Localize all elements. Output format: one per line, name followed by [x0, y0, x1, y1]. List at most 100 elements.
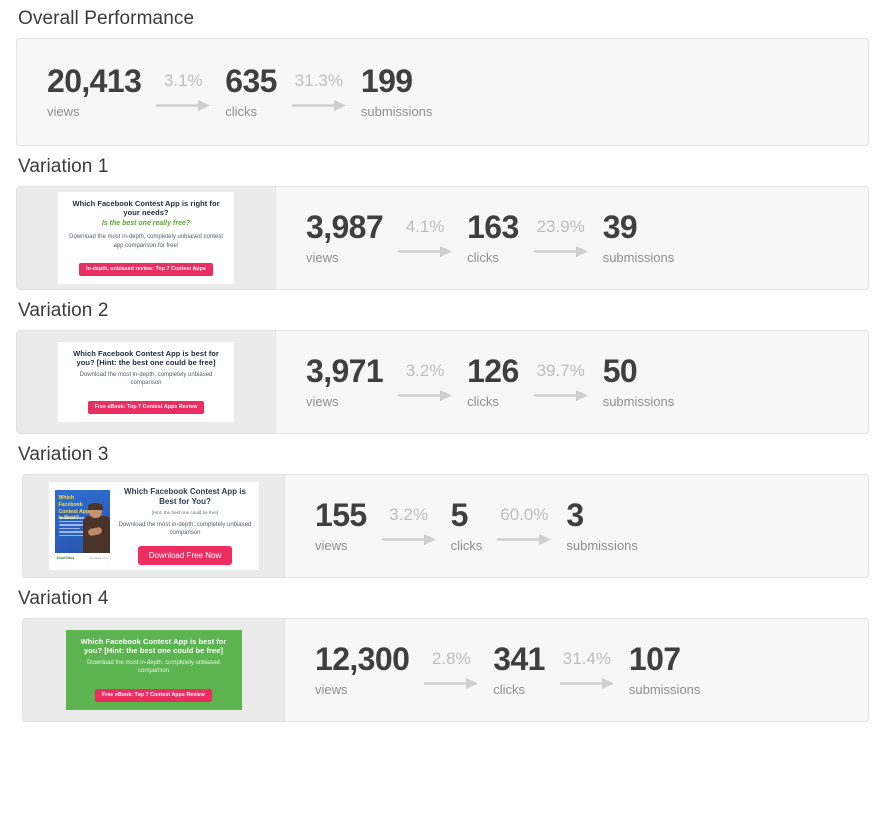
metric-clicks: 163 clicks	[467, 211, 519, 265]
arrow-right-icon	[533, 388, 589, 402]
variation-4-title: Variation 4	[18, 588, 109, 609]
clicks-value: 126	[467, 353, 519, 390]
clicks-to-submissions-rate: 39.7%	[536, 360, 585, 380]
variation-2-thumbnail[interactable]: Which Facebook Contest App is best for y…	[17, 331, 276, 433]
conversion-clicks-to-submissions: 60.0%	[482, 504, 566, 547]
views-to-clicks-rate: 3.2%	[389, 504, 428, 524]
arrow-right-icon	[559, 676, 615, 690]
submissions-value: 107	[628, 641, 681, 678]
variation-3-card: Which Facebook Contest App is Best? Shor…	[22, 474, 869, 578]
ad-headline: Which Facebook Contest App is right for …	[72, 198, 220, 217]
clicks-label: clicks	[467, 393, 499, 409]
ad-preview: Which Facebook Contest App is Best? Shor…	[48, 481, 259, 571]
variation-2-title: Variation 2	[18, 300, 109, 321]
stats-row: 3,987 views 4.1% 163 clicks 23.9% 39 sub…	[276, 187, 868, 289]
ad-headline: Which Facebook Contest App is best for y…	[73, 348, 219, 368]
clicks-label: clicks	[467, 249, 499, 265]
submissions-value: 3	[566, 497, 584, 534]
views-value: 155	[315, 497, 367, 534]
ad-cta-button[interactable]: Free eBook: Top 7 Contest Apps Review	[87, 401, 205, 414]
ad-subhead: Is the best one really free?	[101, 220, 191, 228]
arrow-right-icon	[155, 98, 211, 112]
clicks-label: clicks	[225, 103, 258, 119]
conversion-views-to-clicks: 2.8%	[409, 648, 493, 691]
submissions-value: 39	[602, 209, 638, 246]
submissions-value: 50	[602, 353, 638, 390]
ad-body: Download the most in-depth, completely u…	[69, 234, 223, 249]
arrow-right-icon	[533, 244, 589, 258]
clicks-value: 635	[225, 63, 277, 100]
ad-body: Download the most in-depth, completely u…	[79, 371, 213, 387]
conversion-clicks-to-submissions: 23.9%	[519, 217, 603, 259]
variation-1-card: Which Facebook Contest App is right for …	[16, 186, 869, 290]
submissions-value: 199	[360, 63, 413, 100]
variation-1-section: Variation 1 Which Facebook Contest App i…	[16, 146, 869, 290]
conversion-clicks-to-submissions: 31.4%	[545, 648, 629, 691]
clicks-to-submissions-rate: 60.0%	[500, 504, 549, 524]
arrow-right-icon	[496, 532, 552, 546]
arrow-right-icon	[423, 676, 479, 690]
variation-3-thumbnail[interactable]: Which Facebook Contest App is Best? Shor…	[23, 475, 285, 577]
brand-url: shortstack.com	[88, 555, 108, 560]
stats-row: 12,300 views 2.8% 341 clicks 31.4% 107 s…	[285, 619, 868, 721]
ad-preview: Which Facebook Contest App is best for y…	[58, 341, 234, 423]
conversion-views-to-clicks: 3.2%	[383, 361, 467, 403]
clicks-label: clicks	[450, 537, 483, 553]
stats-row: 3,971 views 3.2% 126 clicks 39.7% 50 sub…	[276, 331, 868, 433]
arrow-right-icon	[291, 98, 347, 112]
clicks-to-submissions-rate: 31.4%	[562, 648, 611, 668]
arrow-right-icon	[381, 532, 437, 546]
brand-logo: ShortStack	[56, 555, 75, 560]
metric-views: 155 views	[315, 499, 367, 553]
ad-cta-button[interactable]: Download Free Now	[137, 546, 233, 566]
stats-row: 155 views 3.2% 5 clicks 60.0% 3 submissi…	[285, 475, 868, 577]
metric-clicks: 635 clicks	[225, 65, 277, 119]
views-label: views	[306, 249, 339, 265]
arrow-right-icon	[397, 244, 453, 258]
submissions-label: submissions	[360, 103, 433, 119]
clicks-value: 341	[493, 641, 545, 678]
person-photo	[82, 503, 110, 554]
ad-cta-button[interactable]: In-depth, unbiased review: Top 7 Contest…	[79, 263, 213, 276]
metric-submissions: 3 submissions	[566, 499, 638, 553]
views-label: views	[306, 393, 339, 409]
conversion-views-to-clicks: 3.2%	[367, 504, 451, 547]
variation-4-thumbnail[interactable]: Which Facebook Contest App is best for y…	[23, 619, 285, 721]
metric-views: 3,987 views	[306, 211, 384, 265]
variation-3-title: Variation 3	[18, 444, 109, 465]
ad-body: Download the most in-depth, completely u…	[87, 659, 220, 675]
metric-submissions: 50 submissions	[603, 355, 675, 409]
ad-body: Download the most in-depth, completely u…	[118, 521, 252, 537]
variation-4-card: Which Facebook Contest App is best for y…	[22, 618, 869, 722]
variation-1-thumbnail[interactable]: Which Facebook Contest App is right for …	[17, 187, 276, 289]
metric-clicks: 5 clicks	[451, 499, 483, 553]
ad-cta-button[interactable]: Free eBook: Top 7 Contest Apps Review	[95, 689, 212, 702]
views-to-clicks-rate: 2.8%	[431, 648, 471, 668]
variation-2-section: Variation 2 Which Facebook Contest App i…	[16, 290, 869, 434]
performance-report: Overall Performance 20,413 views 3.1% 63…	[0, 0, 885, 722]
clicks-value: 5	[450, 497, 469, 534]
metric-submissions: 39 submissions	[603, 211, 675, 265]
conversion-views-to-clicks: 4.1%	[383, 216, 467, 259]
submissions-label: submissions	[566, 537, 638, 553]
views-to-clicks-rate: 4.1%	[405, 216, 445, 236]
ad-hint: [Hint: the best one could be free]	[151, 509, 219, 515]
views-label: views	[315, 537, 348, 553]
clicks-label: clicks	[493, 681, 526, 697]
submissions-label: submissions	[628, 681, 701, 697]
overall-performance-card: 20,413 views 3.1% 635 clicks 31.3% 199 s…	[16, 38, 869, 146]
page-title: Overall Performance	[18, 8, 195, 29]
variation-3-section: Variation 3 Which Facebook Contest App i…	[16, 434, 869, 578]
variation-1-title: Variation 1	[18, 156, 109, 177]
metric-views: 20,413 views	[47, 65, 142, 119]
conversion-views-to-clicks: 3.1%	[141, 71, 225, 113]
stats-row: 20,413 views 3.1% 635 clicks 31.3% 199 s…	[17, 65, 868, 119]
views-label: views	[47, 103, 80, 119]
clicks-to-submissions-rate: 31.3%	[294, 70, 343, 90]
variation-4-section: Variation 4 Which Facebook Contest App i…	[16, 578, 869, 722]
ebook-cover-footer: ShortStack shortstack.com	[54, 553, 110, 562]
views-label: views	[315, 681, 348, 697]
views-value: 3,971	[306, 353, 384, 390]
metric-submissions: 107 submissions	[629, 643, 701, 697]
ad-copy: Which Facebook Contest App is Best for Y…	[118, 487, 253, 566]
